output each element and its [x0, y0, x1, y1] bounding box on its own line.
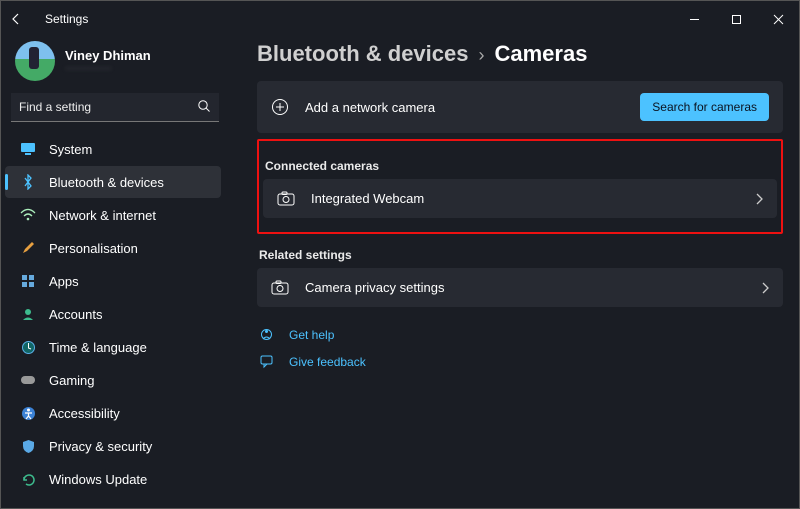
search-icon — [197, 99, 211, 113]
sidebar-item-accounts[interactable]: Accounts — [5, 298, 221, 330]
shield-icon — [19, 437, 37, 455]
sidebar: Viney Dhiman ·············· System Bluet… — [1, 37, 233, 508]
sidebar-item-personalisation[interactable]: Personalisation — [5, 232, 221, 264]
sidebar-item-apps[interactable]: Apps — [5, 265, 221, 297]
sidebar-item-label: Windows Update — [49, 472, 147, 487]
search-for-cameras-button[interactable]: Search for cameras — [640, 93, 769, 121]
camera-icon — [277, 191, 297, 206]
sidebar-item-privacy-security[interactable]: Privacy & security — [5, 430, 221, 462]
user-email: ·············· — [65, 63, 151, 74]
sidebar-item-label: Network & internet — [49, 208, 156, 223]
apps-icon — [19, 272, 37, 290]
sidebar-item-label: Time & language — [49, 340, 147, 355]
camera-icon — [271, 280, 291, 295]
help-icon — [259, 327, 277, 342]
wifi-icon — [19, 206, 37, 224]
sidebar-item-label: Bluetooth & devices — [49, 175, 164, 190]
breadcrumb: Bluetooth & devices › Cameras — [257, 41, 783, 67]
sidebar-item-windows-update[interactable]: Windows Update — [5, 463, 221, 495]
breadcrumb-parent[interactable]: Bluetooth & devices — [257, 41, 468, 67]
minimize-button[interactable] — [673, 1, 715, 37]
camera-item-label: Integrated Webcam — [311, 191, 424, 206]
user-name: Viney Dhiman — [65, 48, 151, 63]
sidebar-item-label: Personalisation — [49, 241, 138, 256]
sidebar-item-label: Apps — [49, 274, 79, 289]
highlight-annotation: Connected cameras Integrated Webcam — [257, 139, 783, 234]
sidebar-item-gaming[interactable]: Gaming — [5, 364, 221, 396]
sidebar-item-network[interactable]: Network & internet — [5, 199, 221, 231]
sidebar-item-label: Accessibility — [49, 406, 120, 421]
accessibility-icon — [19, 404, 37, 422]
chevron-right-icon: › — [478, 45, 484, 66]
add-network-camera-row: Add a network camera Search for cameras — [257, 81, 783, 133]
paintbrush-icon — [19, 239, 37, 257]
back-button[interactable] — [9, 12, 33, 26]
camera-privacy-settings-row[interactable]: Camera privacy settings — [257, 268, 783, 307]
related-settings-heading: Related settings — [259, 248, 783, 262]
window-title: Settings — [45, 12, 88, 26]
nav-list: System Bluetooth & devices Network & int… — [1, 132, 225, 508]
sidebar-item-bluetooth-devices[interactable]: Bluetooth & devices — [5, 166, 221, 198]
system-icon — [19, 140, 37, 158]
chevron-right-icon — [755, 193, 763, 205]
connected-cameras-heading: Connected cameras — [265, 159, 777, 173]
give-feedback-label: Give feedback — [289, 355, 366, 369]
update-icon — [19, 470, 37, 488]
sidebar-item-label: Accounts — [49, 307, 102, 322]
sidebar-item-system[interactable]: System — [5, 133, 221, 165]
titlebar: Settings — [1, 1, 799, 37]
gaming-icon — [19, 371, 37, 389]
related-item-label: Camera privacy settings — [305, 280, 444, 295]
feedback-icon — [259, 354, 277, 369]
breadcrumb-current: Cameras — [494, 41, 587, 67]
profile-block[interactable]: Viney Dhiman ·············· — [1, 37, 225, 93]
get-help-link[interactable]: Get help — [257, 321, 783, 348]
chevron-right-icon — [761, 282, 769, 294]
sidebar-item-time-language[interactable]: Time & language — [5, 331, 221, 363]
bluetooth-icon — [19, 173, 37, 191]
maximize-button[interactable] — [715, 1, 757, 37]
main-content: Bluetooth & devices › Cameras Add a netw… — [233, 37, 799, 508]
globe-clock-icon — [19, 338, 37, 356]
search-input[interactable] — [11, 93, 219, 122]
get-help-label: Get help — [289, 328, 334, 342]
add-network-camera-label: Add a network camera — [305, 100, 435, 115]
give-feedback-link[interactable]: Give feedback — [257, 348, 783, 375]
add-icon — [271, 98, 291, 116]
sidebar-item-label: System — [49, 142, 92, 157]
sidebar-item-label: Privacy & security — [49, 439, 152, 454]
connected-camera-item[interactable]: Integrated Webcam — [263, 179, 777, 218]
accounts-icon — [19, 305, 37, 323]
close-button[interactable] — [757, 1, 799, 37]
sidebar-item-accessibility[interactable]: Accessibility — [5, 397, 221, 429]
avatar — [15, 41, 55, 81]
sidebar-item-label: Gaming — [49, 373, 95, 388]
